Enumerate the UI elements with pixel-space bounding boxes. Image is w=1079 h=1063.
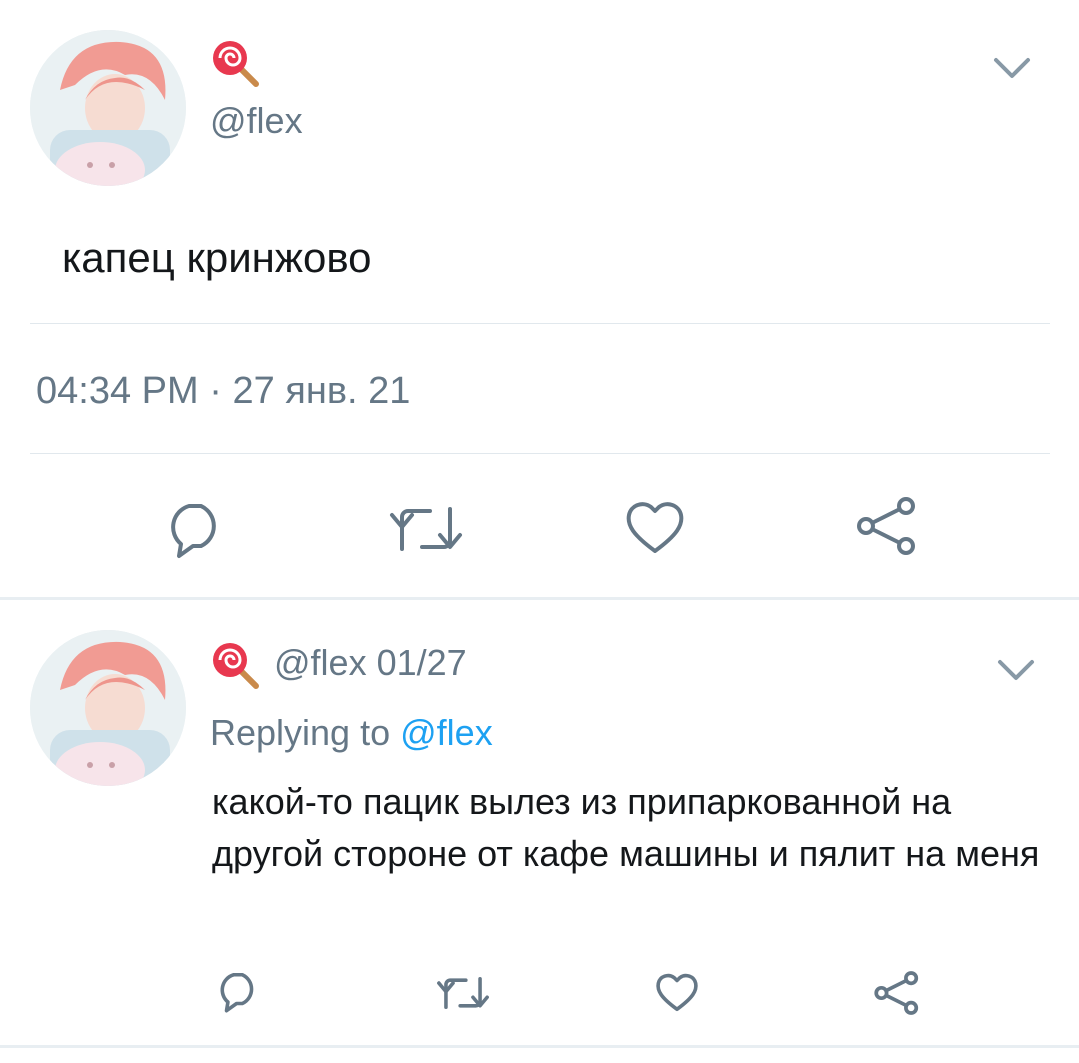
like-icon[interactable] <box>623 497 687 557</box>
avatar[interactable] <box>30 30 186 186</box>
like-icon[interactable] <box>654 970 700 1014</box>
reply-date: 01/27 <box>376 642 467 683</box>
reply-icon[interactable] <box>215 970 261 1014</box>
lollipop-icon <box>210 38 260 88</box>
replying-to-handle[interactable]: @flex <box>400 712 493 753</box>
share-icon[interactable] <box>874 970 920 1016</box>
retweet-icon[interactable] <box>388 503 464 555</box>
tweet-time: 04:34 PM <box>36 370 199 412</box>
meta-separator: · <box>209 370 222 412</box>
retweet-icon[interactable] <box>436 974 490 1012</box>
reply-icon[interactable] <box>163 500 227 560</box>
avatar-image <box>30 30 186 186</box>
chevron-down-icon[interactable] <box>990 52 1034 82</box>
share-icon[interactable] <box>856 496 918 556</box>
section-divider <box>0 1045 1079 1048</box>
replying-to-label: Replying to <box>210 712 391 753</box>
section-divider <box>0 597 1079 600</box>
avatar-image <box>30 630 186 786</box>
divider <box>30 323 1050 324</box>
tweet-handle[interactable]: @flex <box>210 100 303 142</box>
tweet-date: 27 янв. 21 <box>232 370 411 412</box>
chevron-down-icon[interactable] <box>994 654 1038 684</box>
reply-header: @flex 01/27 <box>274 642 467 684</box>
divider <box>30 453 1050 454</box>
lollipop-icon <box>210 640 260 690</box>
reply-text: какой-то пацик вылез из припаркованной н… <box>212 781 1040 874</box>
tweet-text: капец кринжово <box>62 234 372 281</box>
replying-to: Replying to @flex <box>210 712 493 754</box>
avatar[interactable] <box>30 630 186 786</box>
reply-handle[interactable]: @flex <box>274 642 367 683</box>
tweet-timestamp: 04:34 PM · 27 янв. 21 <box>36 370 410 413</box>
